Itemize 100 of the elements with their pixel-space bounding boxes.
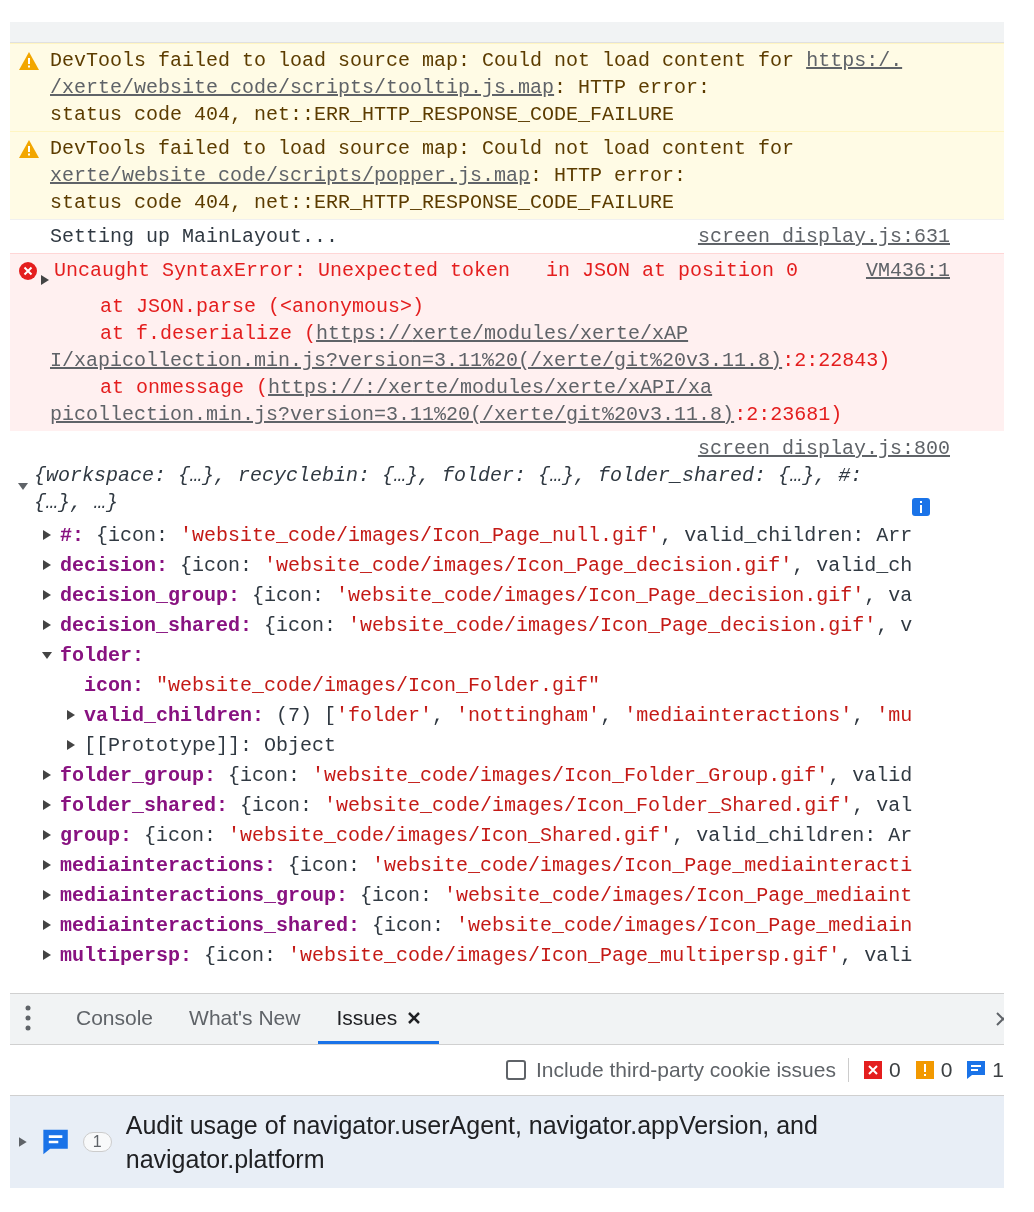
property-key: #: — [60, 521, 84, 549]
property-key: mediainteractions_shared: — [60, 911, 361, 939]
source-link[interactable]: https:// — [316, 320, 413, 347]
expand-arrow-icon[interactable] — [42, 830, 52, 840]
expand-arrow-icon[interactable] — [42, 770, 52, 780]
issue-count: 0 — [888, 1058, 901, 1082]
message-text: status code 404, net::ERR_HTTP_RESPONSE_CODE_FAILURE — [50, 190, 675, 216]
property-value: , valid_ch — [792, 552, 913, 579]
expand-arrow-icon[interactable] — [42, 920, 52, 930]
collapse-arrow-icon[interactable] — [18, 481, 28, 491]
issue-title: Audit usage of navigator.userAgent, navigator.appVersion, and navigator.platform — [125, 1110, 819, 1175]
message-icon — [41, 1128, 69, 1156]
property-value: {icon: — [240, 792, 314, 819]
property-key: valid_children: — [84, 701, 265, 729]
message-text: Setting up MainLayout... — [50, 224, 339, 250]
property-key: folder_group: — [60, 761, 217, 789]
source-link[interactable]: VM436:1 — [866, 257, 950, 284]
property-key: folder_shared: — [60, 791, 229, 819]
string-value: 'website_code/images/Icon_Page_null.gif' — [180, 522, 661, 549]
property-value: {icon: — [228, 762, 302, 789]
info-icon — [912, 498, 930, 516]
issue-row[interactable]: 1 Audit usage of navigator.userAgent, navigator.appVersion, and navigator.platform — [10, 1096, 1004, 1188]
string-value: 'website_code/images/Icon_Page_mediainteracti — [372, 852, 913, 879]
property-value: {icon: — [144, 822, 218, 849]
issue-count-badge: 1 — [82, 1132, 112, 1152]
property-value: {icon: — [96, 522, 170, 549]
checkbox[interactable] — [505, 1060, 526, 1080]
source-link[interactable]: :/xerte/modules/xerte/xAPI/xa — [364, 374, 713, 401]
string-value: 'website_code/images/Icon_Shared.gif' — [228, 822, 673, 849]
source-link[interactable]: screen_display.js:800 — [697, 435, 950, 462]
source-link[interactable]: I/xapicollection.min.js?version=3.11%20(/xerte/git%20v3.11.8) — [50, 347, 783, 374]
expand-arrow-icon[interactable] — [42, 560, 52, 570]
property-value: , — [432, 702, 446, 729]
string-value: "website_code/images/Icon_Folder.gif" — [156, 672, 601, 699]
string-value: 'mu — [876, 702, 913, 729]
source-link[interactable]: xerte/modules/xerte/xAP — [412, 320, 689, 347]
property-key: multipersp: — [60, 941, 193, 969]
source-link[interactable]: https:// — [268, 374, 365, 401]
message-text: status code 404, net::ERR_HTTP_RESPONSE_CODE_FAILURE — [50, 102, 675, 128]
property-value: {icon: — [252, 582, 326, 609]
property-key: decision: — [60, 551, 169, 579]
expand-arrow-icon[interactable] — [42, 890, 52, 900]
property-value: , val — [852, 792, 913, 819]
property-value: , — [600, 702, 614, 729]
stack-trace-text: at onmessage ( — [99, 375, 269, 401]
expand-arrow-icon[interactable] — [42, 620, 52, 630]
expand-arrow-icon[interactable] — [40, 275, 50, 285]
expand-arrow-icon[interactable] — [66, 710, 76, 720]
property-key: mediainteractions_group: — [60, 881, 349, 909]
string-value: 'website_code/images/Icon_Folder_Shared.gif' — [324, 792, 853, 819]
string-value: 'website_code/images/Icon_Page_mediaint — [444, 882, 913, 909]
property-key: folder: — [60, 641, 144, 669]
error-icon — [862, 1060, 883, 1080]
source-link[interactable]: screen_display.js:631 — [697, 223, 950, 250]
message-text: Uncaught SyntaxError: Unexpected token in JSON at position 0 — [54, 258, 799, 284]
property-value: , valid_children: Arr — [660, 522, 913, 549]
message-text: : HTTP error: — [554, 75, 711, 101]
string-value: 'nottingham' — [456, 702, 601, 729]
object-summary: {workspace: {…}, recyclebin: {…}, folder: {…}, folder_shared: {…}, #: {…}, …} — [34, 463, 864, 516]
expand-arrow-icon[interactable] — [18, 1137, 28, 1147]
collapse-arrow-icon[interactable] — [42, 650, 52, 660]
expand-arrow-icon[interactable] — [42, 590, 52, 600]
string-value: 'website_code/images/Icon_Page_decision.gif' — [264, 552, 793, 579]
property-key: decision_group: — [60, 581, 241, 609]
property-value: Object — [264, 732, 337, 759]
warning-icon — [18, 51, 40, 71]
property-value: , valid — [828, 762, 913, 789]
message-text: : HTTP error: — [530, 163, 687, 189]
warning-icon — [18, 139, 40, 159]
source-link[interactable]: /xerte/website_code/scripts/tooltip.js.map — [50, 74, 555, 101]
string-value: 'website_code/images/Icon_Page_decision.gif' — [348, 612, 877, 639]
message-text: :2:23681) — [734, 402, 843, 428]
source-link[interactable]: https:/. — [806, 47, 903, 74]
property-value: {icon: — [360, 882, 434, 909]
message-text: DevTools failed to load source map: Could not load content for — [50, 136, 796, 162]
string-value: 'website_code/images/Icon_Page_mediain — [456, 912, 913, 939]
property-value: , vali — [840, 942, 913, 969]
property-value: {icon: — [288, 852, 362, 879]
expand-arrow-icon[interactable] — [42, 860, 52, 870]
expand-arrow-icon[interactable] — [66, 740, 76, 750]
property-value: , valid_children: Ar — [672, 822, 913, 849]
property-value: {icon: — [204, 942, 278, 969]
property-value: {icon: — [372, 912, 446, 939]
string-value: 'website_code/images/Icon_Folder_Group.gif' — [312, 762, 829, 789]
property-key: mediainteractions: — [60, 851, 277, 879]
expand-arrow-icon[interactable] — [42, 800, 52, 810]
expand-arrow-icon[interactable] — [42, 530, 52, 540]
source-link[interactable]: xerte/website_code/scripts/popper.js.map — [50, 162, 531, 189]
property-key: icon: — [84, 671, 144, 699]
expand-arrow-icon[interactable] — [42, 950, 52, 960]
source-link[interactable]: picollection.min.js?version=3.11%20(/xerte/git%20v3.11.8) — [50, 401, 735, 428]
property-value: {icon: — [264, 612, 338, 639]
property-key: group: — [60, 821, 132, 849]
drawer-tab[interactable]: What's New — [171, 994, 319, 1044]
issue-count: 1 — [992, 1058, 1004, 1082]
property-value: , va — [864, 582, 913, 609]
drawer-tab[interactable]: Console — [58, 994, 172, 1044]
string-value: 'website_code/images/Icon_Page_multipersp.gif' — [288, 942, 841, 969]
warning-icon — [914, 1060, 935, 1080]
drawer-tab[interactable]: Issues — [318, 994, 440, 1044]
